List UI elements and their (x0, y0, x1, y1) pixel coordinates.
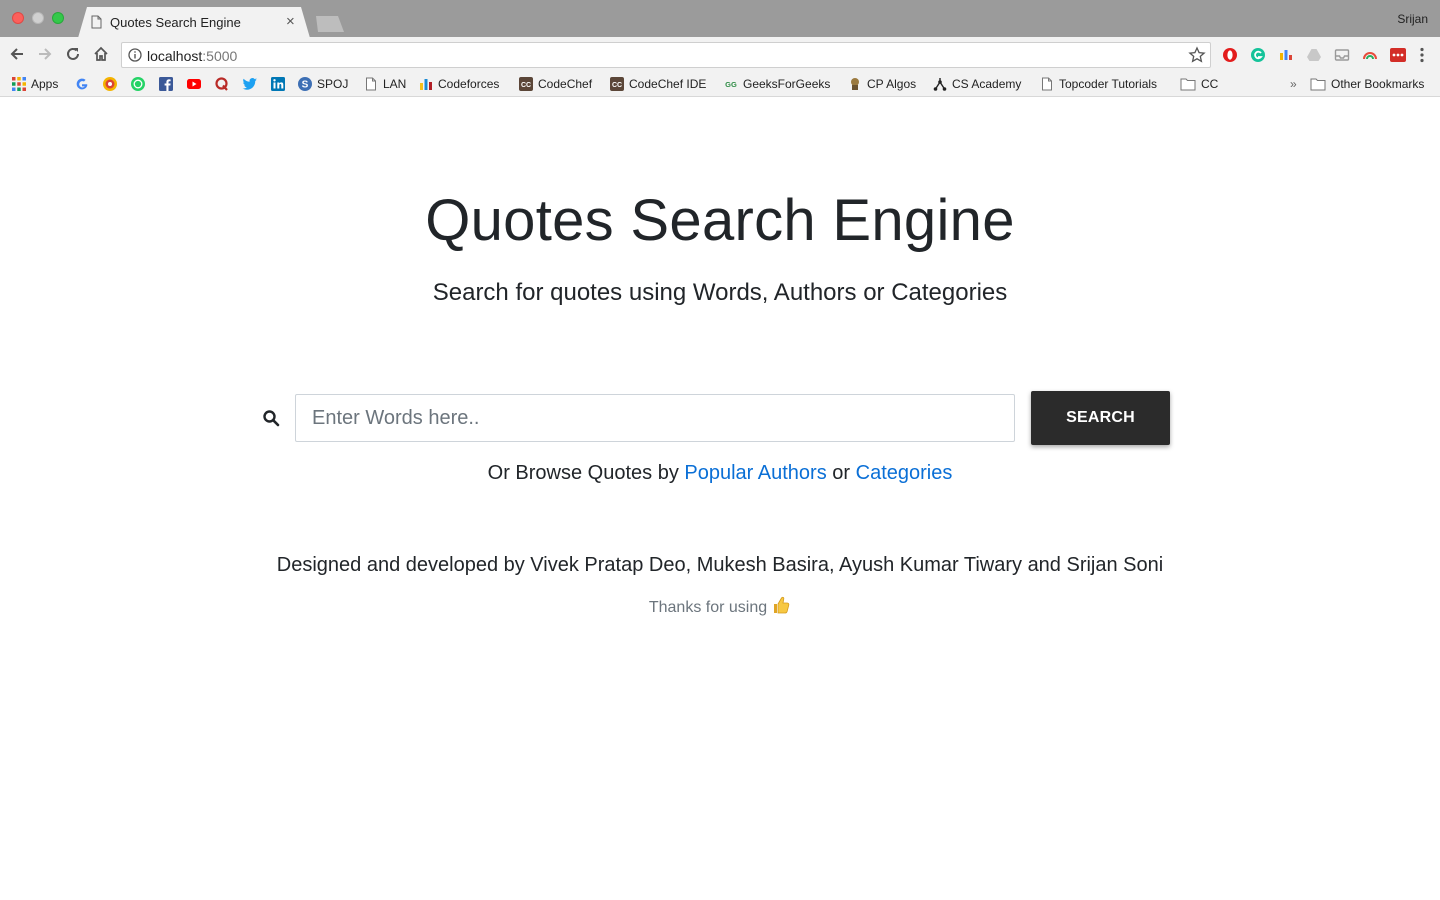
bookmark-geeksforgeeks[interactable]: GG GeeksForGeeks (724, 75, 830, 93)
thanks-line: Thanks for using (0, 595, 1440, 617)
popular-authors-link[interactable]: Popular Authors (684, 462, 826, 484)
bookmark-lan[interactable]: LAN (364, 75, 406, 93)
tab-close-icon[interactable]: × (286, 13, 295, 30)
opera-extension-icon[interactable] (1222, 47, 1238, 63)
youtube-icon[interactable] (186, 76, 202, 92)
search-button[interactable]: SEARCH (1031, 391, 1170, 445)
forward-arrow-icon[interactable] (36, 45, 54, 63)
svg-text:CC: CC (521, 82, 531, 89)
bookmarks-bar: Apps S SPOJ LAN Codeforces CC CodeChef C… (0, 72, 1440, 97)
info-icon[interactable] (128, 48, 142, 62)
browser-titlebar: Quotes Search Engine × Srijan (0, 0, 1440, 38)
profile-name[interactable]: Srijan (1397, 12, 1428, 26)
codechef-icon: CC (610, 77, 624, 91)
search-input[interactable] (295, 394, 1015, 442)
folder-icon (1180, 78, 1196, 91)
bookmark-codechef-ide[interactable]: CC CodeChef IDE (610, 75, 706, 93)
home-icon[interactable] (92, 45, 110, 63)
svg-text:S: S (302, 80, 309, 91)
bookmark-apps[interactable]: Apps (12, 75, 58, 93)
page-subtitle: Search for quotes using Words, Authors o… (432, 279, 1008, 306)
chrome-extension-icon[interactable] (102, 76, 118, 92)
bookmark-star-icon[interactable] (1188, 46, 1206, 64)
kebab-menu-icon[interactable] (1419, 47, 1425, 63)
new-tab-button[interactable] (316, 16, 344, 32)
thumbs-up-icon (774, 596, 790, 614)
bookmark-cp-algos[interactable]: CP Algos (848, 75, 916, 93)
apps-grid-icon (12, 77, 26, 91)
browser-tab-active[interactable]: Quotes Search Engine × (78, 7, 310, 38)
reload-icon[interactable] (64, 45, 82, 63)
quora-icon[interactable] (214, 76, 230, 92)
browse-or-text: or (826, 462, 856, 484)
bookmark-other-bookmarks[interactable]: Other Bookmarks (1310, 75, 1424, 93)
page-icon (91, 15, 102, 29)
gfg-icon: GG (725, 80, 737, 89)
svg-text:CC: CC (612, 82, 622, 89)
whatsapp-icon[interactable] (130, 76, 146, 92)
address-bar[interactable]: localhost:5000 (121, 42, 1211, 68)
close-window-button[interactable] (12, 12, 24, 24)
page-title: Quotes Search Engine (425, 188, 1015, 253)
url-text[interactable]: localhost:5000 (147, 48, 237, 64)
thanks-text: Thanks for using (648, 599, 768, 616)
page-content: Quotes Search Engine Search for quotes u… (0, 97, 1440, 900)
browser-toolbar: localhost:5000 (0, 37, 1440, 72)
bookmark-cs-academy[interactable]: CS Academy (933, 75, 1021, 93)
back-arrow-icon[interactable] (8, 45, 26, 63)
folder-icon (1310, 78, 1326, 91)
page-icon (1042, 77, 1052, 91)
inbox-extension-icon[interactable] (1334, 47, 1350, 63)
linkedin-icon[interactable] (270, 76, 286, 92)
codeforces-icon (420, 79, 432, 90)
browse-links: Or Browse Quotes by Popular Authors or C… (0, 462, 1440, 485)
maximize-window-button[interactable] (52, 12, 64, 24)
bookmark-codechef[interactable]: CC CodeChef (519, 75, 592, 93)
twitter-icon[interactable] (242, 76, 258, 92)
bookmark-spoj[interactable]: S SPOJ (298, 75, 348, 93)
minimize-window-button[interactable] (32, 12, 44, 24)
grammarly-extension-icon[interactable] (1250, 47, 1266, 63)
browse-prefix-text: Or Browse Quotes by (487, 462, 685, 484)
cs-academy-icon (933, 78, 947, 91)
lastpass-extension-icon[interactable] (1390, 47, 1406, 63)
bar-chart-extension-icon[interactable] (1278, 47, 1294, 63)
spoj-icon: S (298, 77, 312, 91)
bookmark-folder-cc[interactable]: CC (1180, 75, 1218, 93)
credits-text: Designed and developed by Vivek Pratap D… (276, 554, 1164, 576)
codechef-icon: CC (519, 77, 533, 91)
rainbow-extension-icon[interactable] (1362, 47, 1378, 63)
svg-text:GG: GG (725, 80, 737, 89)
categories-link[interactable]: Categories (856, 462, 953, 484)
drive-extension-icon[interactable] (1306, 47, 1322, 63)
bookmarks-overflow-chevron-icon[interactable]: » (1290, 75, 1297, 93)
bookmark-codeforces[interactable]: Codeforces (419, 75, 499, 93)
page-icon (366, 77, 376, 91)
bookmark-topcoder-tutorials[interactable]: Topcoder Tutorials (1040, 75, 1157, 93)
facebook-icon[interactable] (158, 76, 174, 92)
cp-algos-icon (851, 78, 859, 90)
tab-title: Quotes Search Engine (110, 15, 241, 30)
google-icon[interactable] (74, 76, 90, 92)
search-icon (263, 410, 280, 427)
